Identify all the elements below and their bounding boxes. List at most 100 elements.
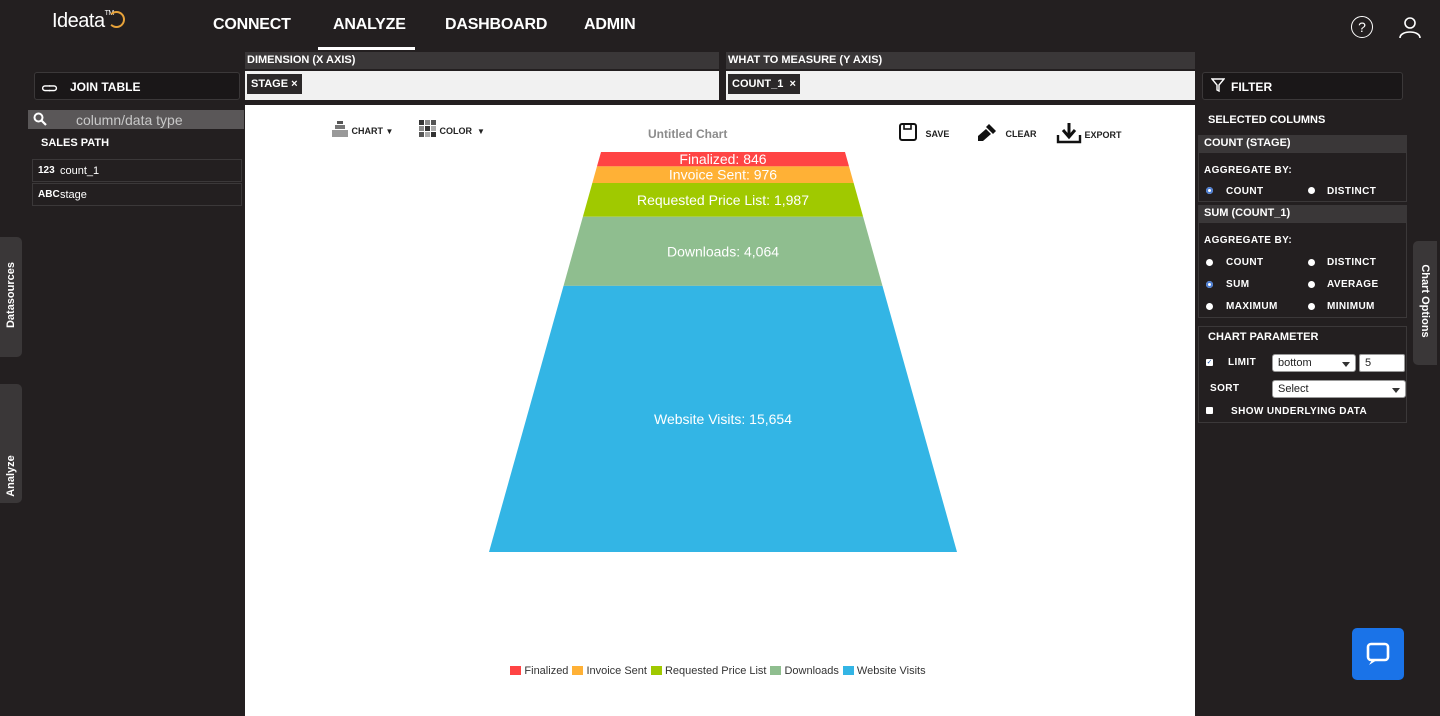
legend-swatch (510, 666, 522, 675)
radio-distinct[interactable] (1308, 259, 1315, 266)
datasources-tab-label: Datasources (5, 261, 17, 329)
field-count-1[interactable]: 123 count_1 (32, 159, 242, 182)
chart-options-tab-label: Chart Options (1419, 264, 1431, 338)
legend-swatch (842, 666, 854, 675)
legend-swatch (572, 666, 584, 675)
user-profile-icon[interactable] (1398, 15, 1422, 39)
x-axis-dropzone[interactable]: STAGE × (245, 71, 719, 100)
legend-label: Downloads (784, 665, 839, 677)
radio-count[interactable] (1206, 259, 1213, 266)
column-search-input[interactable] (76, 110, 242, 129)
funnel-data-label: Invoice Sent: 976 (669, 167, 777, 183)
group-count-stage-header: COUNT (STAGE) (1198, 135, 1407, 152)
field-label: stage (60, 189, 87, 201)
group-sum-count: AGGREGATE BY: COUNT DISTINCT SUM AVERAGE… (1198, 222, 1407, 318)
option-sum[interactable]: SUM (1226, 279, 1249, 290)
radio-count-selected[interactable] (1206, 187, 1213, 194)
nav-active-underline (318, 47, 415, 50)
group-count-stage: AGGREGATE BY: COUNT DISTINCT (1198, 152, 1407, 202)
y-axis-pill-label: COUNT_1 (732, 78, 784, 90)
datasource-title: SALES PATH (41, 137, 110, 149)
analyze-tab-label: Analyze (5, 455, 17, 497)
search-icon (33, 112, 47, 129)
option-distinct[interactable]: DISTINCT (1327, 257, 1376, 268)
field-stage[interactable]: ABC stage (32, 183, 242, 206)
radio-sum-selected[interactable] (1206, 281, 1213, 288)
option-distinct[interactable]: DISTINCT (1327, 186, 1376, 197)
x-axis-header: DIMENSION (X AXIS) (245, 52, 719, 69)
sort-select[interactable]: Select (1272, 380, 1406, 398)
chart-parameter-title: CHART PARAMETER (1208, 331, 1319, 343)
remove-x-axis-icon[interactable]: × (291, 78, 297, 90)
chart-parameter-panel: CHART PARAMETER ✓ LIMIT bottom 5 SORT Se… (1198, 326, 1407, 423)
option-count[interactable]: COUNT (1226, 257, 1264, 268)
limit-mode-select[interactable]: bottom (1272, 354, 1356, 372)
limit-checkbox[interactable]: ✓ (1206, 359, 1213, 366)
field-label: count_1 (60, 165, 100, 177)
show-underlying-label[interactable]: SHOW UNDERLYING DATA (1231, 406, 1367, 417)
radio-minimum[interactable] (1308, 303, 1315, 310)
legend-swatch (770, 666, 782, 675)
radio-average[interactable] (1308, 281, 1315, 288)
funnel-data-label: Requested Price List: 1,987 (637, 192, 809, 208)
x-axis-pill[interactable]: STAGE × (247, 74, 302, 94)
radio-distinct[interactable] (1308, 187, 1315, 194)
legend-label: Finalized (524, 665, 569, 677)
legend-item[interactable]: Finalized (510, 665, 568, 677)
option-count[interactable]: COUNT (1226, 186, 1264, 197)
funnel-filter-icon (1210, 78, 1226, 95)
column-search-box (28, 110, 244, 129)
funnel-data-label: Finalized: 846 (679, 151, 766, 167)
chart-options-tab[interactable]: Chart Options (1413, 241, 1437, 365)
show-underlying-checkbox[interactable] (1206, 407, 1213, 414)
sort-value: Select (1278, 383, 1309, 395)
funnel-data-label: Downloads: 4,064 (667, 243, 779, 259)
legend-item[interactable]: Requested Price List (650, 665, 767, 677)
remove-y-axis-icon[interactable]: × (789, 78, 795, 90)
option-minimum[interactable]: MINIMUM (1327, 301, 1375, 312)
chat-button[interactable] (1352, 628, 1404, 680)
y-axis-pill[interactable]: COUNT_1 × (728, 74, 800, 94)
nav-connect[interactable]: CONNECT (213, 16, 291, 34)
option-maximum[interactable]: MAXIMUM (1226, 301, 1278, 312)
nav-admin[interactable]: ADMIN (584, 16, 636, 34)
legend-item[interactable]: Website Visits (842, 665, 926, 677)
radio-maximum[interactable] (1206, 303, 1213, 310)
chat-bubble-icon (1366, 642, 1390, 665)
filter-label: FILTER (1231, 80, 1273, 94)
chevron-down-icon (1342, 362, 1350, 367)
legend-item[interactable]: Invoice Sent (572, 665, 647, 677)
x-axis-pill-label: STAGE (251, 78, 289, 90)
y-axis-header: WHAT TO MEASURE (Y AXIS) (726, 52, 1195, 69)
limit-value-input[interactable]: 5 (1359, 354, 1405, 372)
legend-label: Website Visits (856, 665, 926, 677)
join-table-button[interactable]: ⊂⊃ JOIN TABLE (34, 72, 240, 100)
join-table-label: JOIN TABLE (70, 80, 141, 94)
analyze-tab[interactable]: Analyze (0, 384, 22, 503)
selected-columns-title: SELECTED COLUMNS (1208, 114, 1326, 126)
logo-ring-icon (107, 11, 125, 28)
chevron-down-icon (1392, 388, 1400, 393)
nav-analyze[interactable]: ANALYZE (333, 16, 406, 34)
group-sum-count-header: SUM (COUNT_1) (1198, 205, 1407, 222)
legend-item[interactable]: Downloads (770, 665, 839, 677)
numeric-type-icon: 123 (38, 165, 55, 176)
legend-label: Invoice Sent (586, 665, 647, 677)
datasources-tab[interactable]: Datasources (0, 237, 22, 357)
funnel-chart: Finalized: 846Invoice Sent: 976 Requested… (489, 151, 957, 552)
chart-legend: Finalized Invoice Sent Requested Price Lis… (245, 661, 1195, 679)
help-icon[interactable]: ? (1351, 16, 1373, 38)
sort-label: SORT (1210, 383, 1240, 394)
nav-dashboard[interactable]: DASHBOARD (445, 16, 547, 34)
chart-area: CHART ▼ COLOR ▼ Untitled Chart SAVE CLEA… (245, 105, 1195, 716)
option-average[interactable]: AVERAGE (1327, 279, 1379, 290)
link-icon: ⊂⊃ (41, 81, 58, 95)
legend-swatch (650, 666, 662, 675)
y-axis-dropzone[interactable]: COUNT_1 × (726, 71, 1195, 100)
filter-button[interactable]: FILTER (1202, 72, 1403, 100)
ideata-logo[interactable]: IdeataTM (52, 10, 125, 33)
funnel-data-label: Website Visits: 15,654 (654, 411, 792, 427)
text-type-icon: ABC (38, 189, 60, 200)
aggregate-by-label: AGGREGATE BY: (1204, 235, 1293, 246)
legend-label: Requested Price List (664, 665, 767, 677)
